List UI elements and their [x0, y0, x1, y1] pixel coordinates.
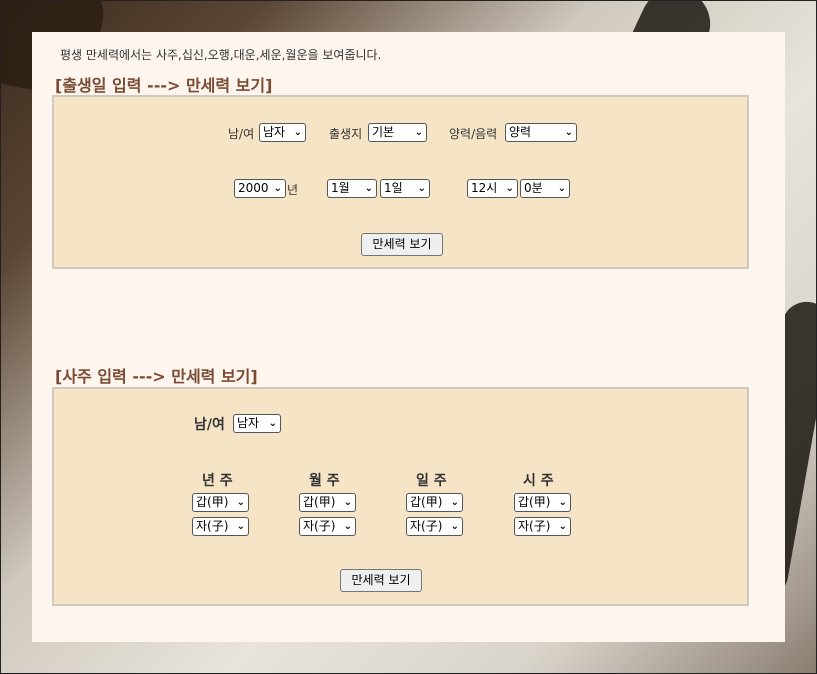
birth-submit-button[interactable]: 만세력 보기: [361, 233, 443, 256]
chevron-down-icon: ⌄: [564, 127, 573, 138]
birthplace-select[interactable]: 기본 ⌄: [368, 123, 427, 142]
minute-select[interactable]: 0분 ⌄: [520, 179, 570, 198]
saju-gender-label: 남/여: [194, 417, 225, 433]
pillar-year-branch-select[interactable]: 자(子) ⌄: [192, 517, 249, 536]
saju-input-box: 남/여 남자 ⌄ 년 주 갑(甲) ⌄ 자(子) ⌄ 월 주 갑(甲) ⌄ 자(子) ⌄ …: [52, 387, 749, 606]
pillar-month-stem-select[interactable]: 갑(甲) ⌄: [299, 493, 356, 512]
birthplace-label: 출생지: [329, 127, 363, 141]
chevron-down-icon: ⌄: [414, 127, 423, 138]
chevron-down-icon: ⌄: [236, 521, 245, 532]
chevron-down-icon: ⌄: [293, 127, 302, 138]
chevron-down-icon: ⌄: [343, 521, 352, 532]
calendar-type-select[interactable]: 양력 ⌄: [505, 123, 577, 142]
chevron-down-icon: ⌄: [364, 183, 373, 194]
month-select[interactable]: 1월 ⌄: [327, 179, 377, 198]
gender-label: 남/여: [228, 127, 255, 141]
birth-section-title: [출생일 입력 ---> 만세력 보기]: [55, 76, 273, 95]
chevron-down-icon: ⌄: [273, 183, 282, 194]
year-suffix-label: 년: [287, 183, 299, 197]
saju-section-title: [사주 입력 ---> 만세력 보기]: [55, 367, 258, 386]
chevron-down-icon: ⌄: [450, 497, 459, 508]
chevron-down-icon: ⌄: [450, 521, 459, 532]
year-select[interactable]: 2000 ⌄: [234, 179, 286, 198]
day-select[interactable]: 1일 ⌄: [380, 179, 430, 198]
pillar-label-year: 년 주: [202, 473, 233, 489]
chevron-down-icon: ⌄: [557, 183, 566, 194]
hour-select[interactable]: 12시 ⌄: [467, 179, 518, 198]
calendar-type-label: 양력/음력: [449, 127, 498, 141]
chevron-down-icon: ⌄: [268, 418, 277, 429]
saju-submit-button[interactable]: 만세력 보기: [340, 569, 422, 592]
chevron-down-icon: ⌄: [236, 497, 245, 508]
pillar-hour-branch-select[interactable]: 자(子) ⌄: [514, 517, 571, 536]
intro-text: 평생 만세력에서는 사주,십신,오행,대운,세운,월운을 보여줍니다.: [60, 48, 382, 62]
chevron-down-icon: ⌄: [505, 183, 514, 194]
saju-gender-select[interactable]: 남자 ⌄: [233, 414, 281, 433]
pillar-label-month: 월 주: [309, 473, 340, 489]
birth-input-box: 남/여 남자 ⌄ 출생지 기본 ⌄ 양력/음력 양력 ⌄ 2000 ⌄ 년 1월 ⌄ 1일…: [52, 95, 749, 269]
pillar-day-branch-select[interactable]: 자(子) ⌄: [406, 517, 463, 536]
chevron-down-icon: ⌄: [558, 497, 567, 508]
pillar-hour-stem-select[interactable]: 갑(甲) ⌄: [514, 493, 571, 512]
pillar-label-day: 일 주: [416, 473, 447, 489]
pillar-month-branch-select[interactable]: 자(子) ⌄: [299, 517, 356, 536]
chevron-down-icon: ⌄: [343, 497, 352, 508]
pillar-day-stem-select[interactable]: 갑(甲) ⌄: [406, 493, 463, 512]
pillar-label-hour: 시 주: [523, 473, 554, 489]
chevron-down-icon: ⌄: [417, 183, 426, 194]
gender-select[interactable]: 남자 ⌄: [259, 123, 306, 142]
chevron-down-icon: ⌄: [558, 521, 567, 532]
main-panel: 평생 만세력에서는 사주,십신,오행,대운,세운,월운을 보여줍니다. [출생일…: [32, 32, 785, 642]
pillar-year-stem-select[interactable]: 갑(甲) ⌄: [192, 493, 249, 512]
